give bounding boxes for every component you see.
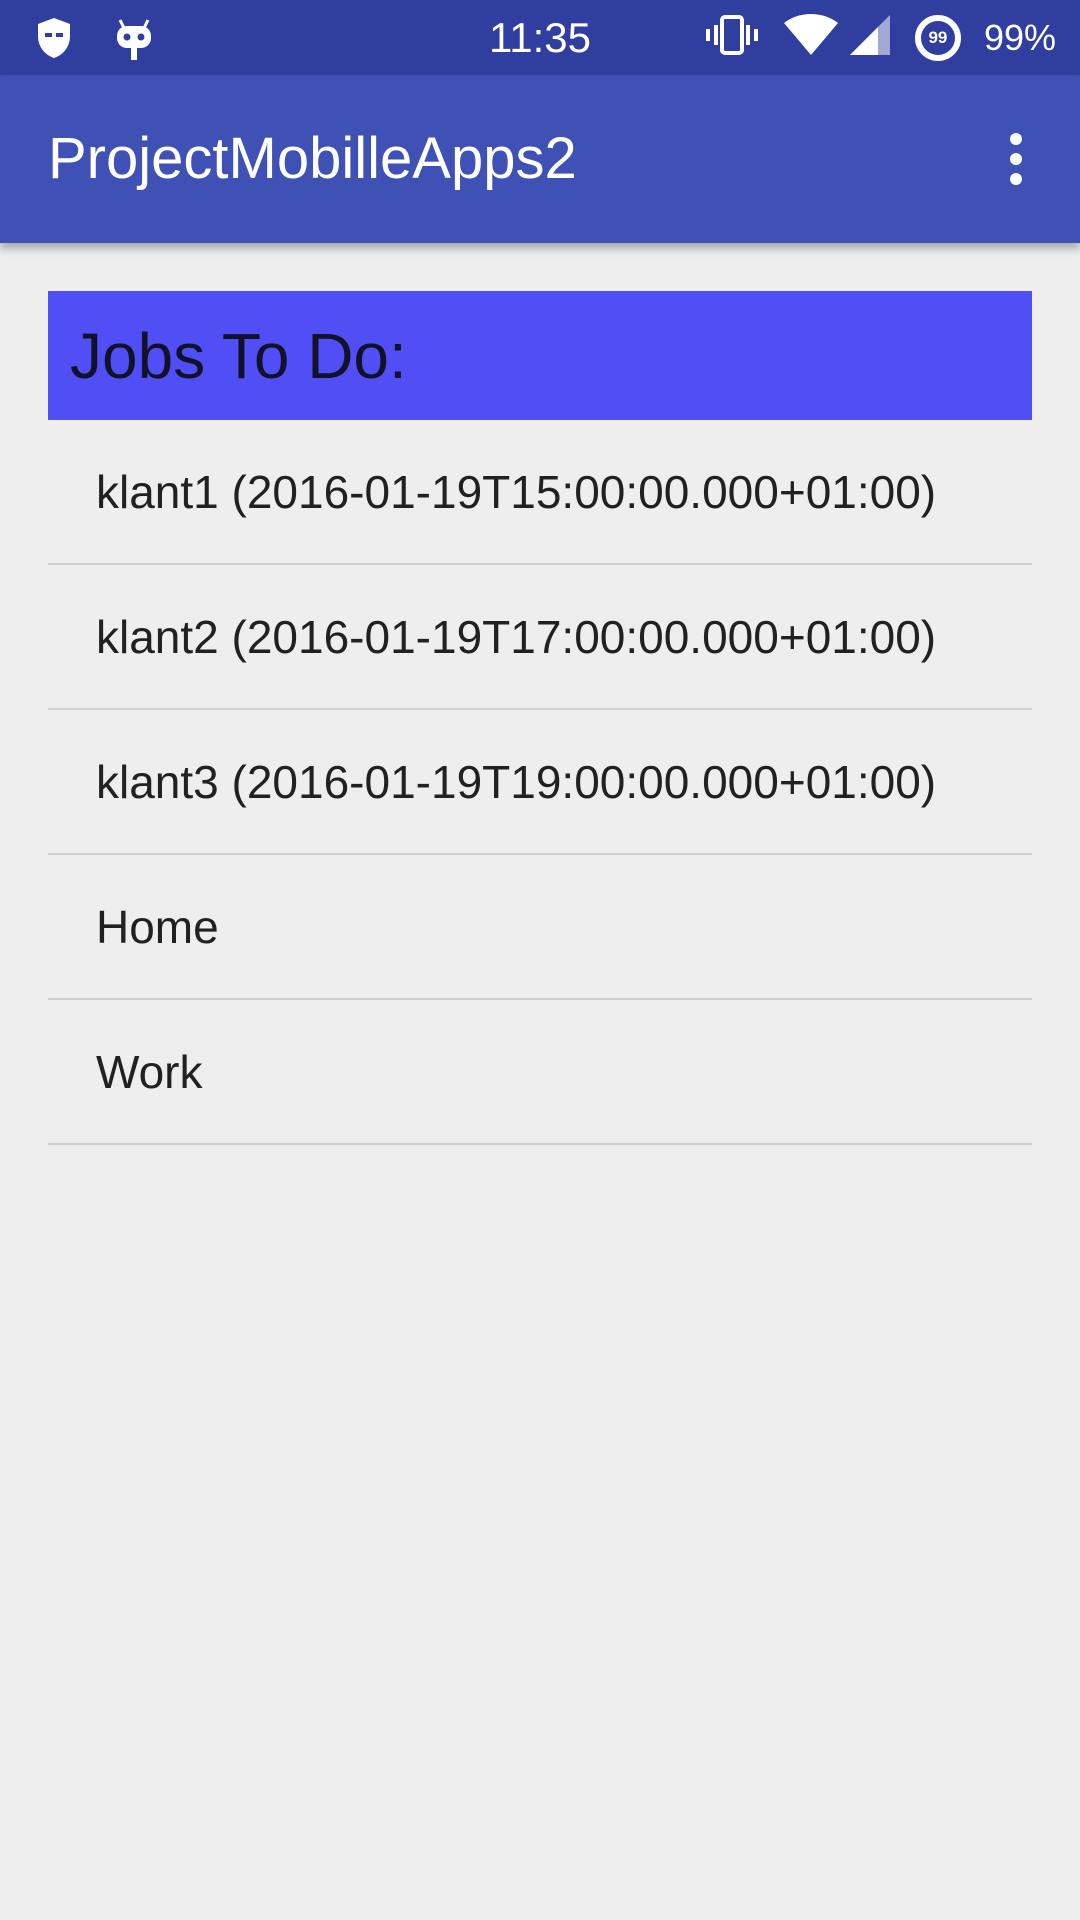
vibrate-icon xyxy=(704,13,760,62)
list-item[interactable]: klant2 (2016-01-19T17:00:00.000+01:00) xyxy=(48,565,1032,710)
app-title: ProjectMobilleApps2 xyxy=(48,126,577,191)
list-item[interactable]: klant3 (2016-01-19T19:00:00.000+01:00) xyxy=(48,710,1032,855)
list-item-label: Home xyxy=(96,900,219,953)
menu-dot xyxy=(1010,153,1022,165)
list-item-label: klant2 (2016-01-19T17:00:00.000+01:00) xyxy=(96,610,937,663)
battery-percentage: 99% xyxy=(983,16,1056,58)
wifi-icon xyxy=(782,13,840,62)
main-content: Jobs To Do: klant1 (2016-01-19T15:00:00.… xyxy=(48,291,1032,1145)
more-vert-icon[interactable] xyxy=(982,119,1050,199)
list-item-label: klant3 (2016-01-19T19:00:00.000+01:00) xyxy=(96,755,937,808)
list-item-label: Work xyxy=(96,1045,203,1098)
list-item[interactable]: klant1 (2016-01-19T15:00:00.000+01:00) xyxy=(48,420,1032,565)
job-list: klant1 (2016-01-19T15:00:00.000+01:00) k… xyxy=(48,420,1032,1145)
list-item[interactable]: Home xyxy=(48,855,1032,1000)
list-item-label: klant1 (2016-01-19T15:00:00.000+01:00) xyxy=(96,465,937,518)
jobs-header-label: Jobs To Do: xyxy=(70,319,407,392)
battery-ring-value: 99 xyxy=(928,27,948,47)
menu-dot xyxy=(1010,133,1022,145)
menu-dot xyxy=(1010,173,1022,185)
jobs-header: Jobs To Do: xyxy=(48,291,1032,420)
app-bar: ProjectMobilleApps2 xyxy=(0,75,1080,243)
battery-ring-icon: 99 xyxy=(914,14,962,62)
status-bar: 11:35 99 99% xyxy=(0,0,1080,75)
cell-signal-icon xyxy=(848,13,892,62)
status-system-icons: 99 99% xyxy=(704,0,1056,75)
list-item[interactable]: Work xyxy=(48,1000,1032,1145)
